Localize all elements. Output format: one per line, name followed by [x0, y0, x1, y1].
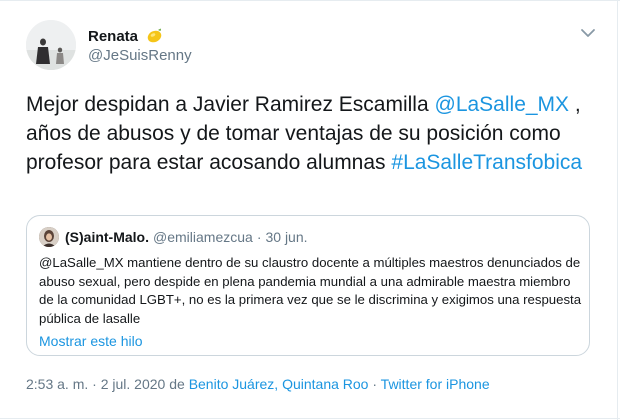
tweet-text-part: Mejor despidan a Javier Ramirez Escamill… [26, 93, 435, 116]
tweet-meta: 2:53 a. m. · 2 jul. 2020 de Benito Juáre… [26, 376, 490, 393]
lemon-icon [146, 27, 163, 49]
tweet-time[interactable]: 2:53 a. m. [26, 376, 88, 392]
client-link[interactable]: Twitter for iPhone [381, 376, 490, 392]
quoted-tweet-card[interactable]: (S)aint-Malo. @emiliamezcua · 30 jun. @LaSa… [26, 215, 590, 356]
chevron-down-icon[interactable] [578, 26, 598, 40]
bottom-divider [0, 418, 620, 419]
quoted-avatar[interactable] [39, 227, 59, 247]
author-handle[interactable]: @JeSuisRenny [88, 47, 192, 65]
right-divider [617, 0, 618, 420]
tweet-text: Mejor despidan a Javier Ramirez Escamill… [26, 90, 606, 177]
show-thread-link[interactable]: Mostrar este hilo [39, 333, 142, 350]
quoted-handle[interactable]: @emiliamezcua [153, 229, 253, 245]
quoted-header: (S)aint-Malo. @emiliamezcua · 30 jun. [65, 229, 308, 246]
author-display-name[interactable]: Renata [88, 28, 138, 46]
author-avatar[interactable] [26, 20, 76, 70]
location-link[interactable]: Benito Juárez, Quintana Roo [189, 376, 369, 392]
quoted-text: @LaSalle_MX mantiene dentro de su claust… [39, 255, 582, 326]
author-name-block[interactable]: Renata [88, 27, 163, 49]
quoted-separator: · [256, 229, 262, 245]
quoted-display-name[interactable]: (S)aint-Malo. [65, 229, 149, 245]
quoted-date[interactable]: 30 jun. [265, 229, 307, 245]
meta-separator: · [368, 376, 381, 392]
tweet-date[interactable]: 2 jul. 2020 [101, 376, 166, 392]
meta-separator: · [88, 376, 101, 392]
hashtag-link[interactable]: #LaSalleTransfobica [391, 151, 582, 174]
meta-from: de [165, 376, 189, 392]
mention-link[interactable]: @LaSalle_MX [435, 93, 570, 116]
top-divider [0, 0, 620, 1]
